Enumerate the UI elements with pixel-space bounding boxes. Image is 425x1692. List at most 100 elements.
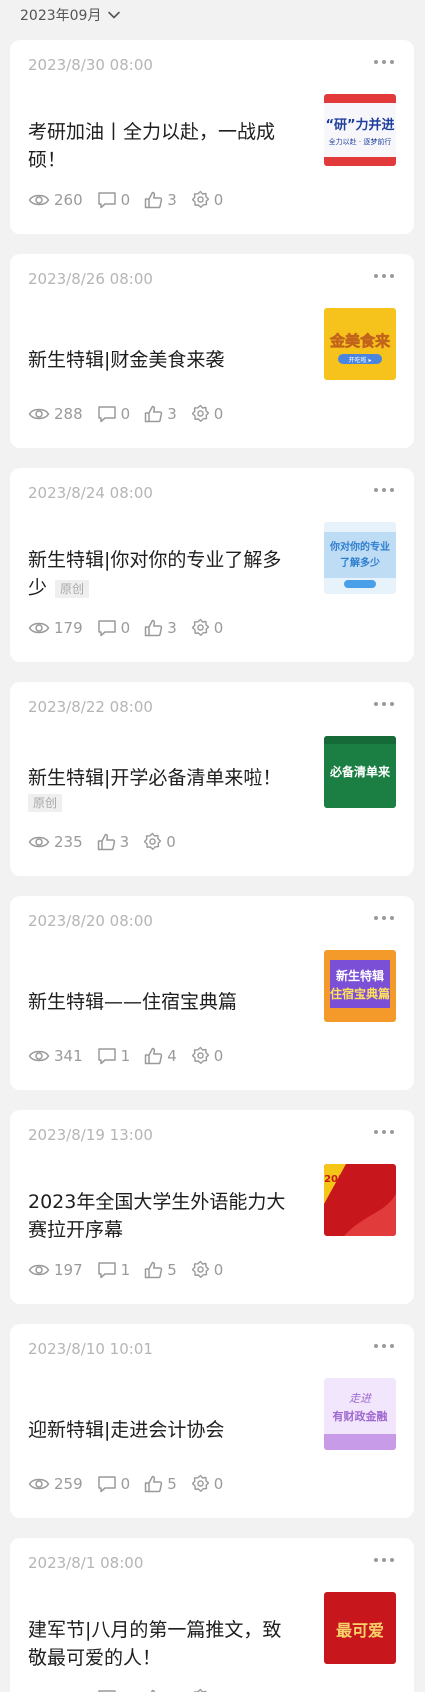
post-thumbnail[interactable]: 新生特辑 住宿宝典篇	[324, 950, 396, 1022]
post-card[interactable]: 2023/8/26 08:00 新生特辑|财金美食来袭 金美食来开吃啦 ▸ 28…	[10, 254, 414, 448]
post-thumbnail[interactable]: 必备清单来	[324, 736, 396, 808]
post-title[interactable]: 考研加油丨全力以赴，一战成硕！	[28, 118, 298, 174]
post-title[interactable]: 新生特辑|你对你的专业了解多少 原创	[28, 546, 298, 602]
shares-stat-count: 0	[213, 404, 224, 423]
post-date: 2023/8/10 10:01	[28, 1340, 153, 1358]
post-title[interactable]: 迎新特辑|走进会计协会	[28, 1416, 224, 1444]
post-card[interactable]: 2023/8/20 08:00 新生特辑——住宿宝典篇 新生特辑 住宿宝典篇 34…	[10, 896, 414, 1090]
share-icon	[191, 404, 214, 423]
post-title[interactable]: 2023年全国大学生外语能力大赛拉开序幕	[28, 1188, 298, 1244]
month-label: 2023年09月	[20, 8, 102, 24]
comments-stat[interactable]: 1	[97, 1260, 131, 1279]
post-thumbnail[interactable]: 2023	[324, 1164, 396, 1236]
comments-stat[interactable]: 0	[97, 1475, 130, 1493]
share-icon	[191, 190, 214, 209]
comment-icon	[97, 1475, 121, 1493]
comments-stat[interactable]: 0	[97, 1689, 131, 1692]
post-title[interactable]: 新生特辑|开学必备清单来啦！ 原创	[28, 764, 281, 812]
likes-stat[interactable]: 3	[144, 1689, 177, 1692]
shares-stat[interactable]: 0	[191, 1688, 224, 1692]
more-options-icon[interactable]	[374, 698, 394, 710]
post-card[interactable]: 2023/8/24 08:00 新生特辑|你对你的专业了解多少 原创 你对你的专业…	[10, 468, 414, 662]
post-card[interactable]: 2023/8/30 08:00 考研加油丨全力以赴，一战成硕！ “研”力并进 全力…	[10, 40, 414, 234]
likes-stat[interactable]: 3	[144, 405, 177, 423]
likes-stat-count: 3	[119, 832, 130, 851]
comments-stat[interactable]: 1	[97, 1047, 130, 1065]
like-icon	[144, 191, 167, 209]
views-stat: 197	[28, 1261, 83, 1279]
likes-stat[interactable]: 3	[144, 191, 177, 209]
post-card[interactable]: 2023/8/1 08:00 建军节|八月的第一篇推文，致敬最可爱的人！ 最可爱…	[10, 1538, 414, 1692]
more-options-icon[interactable]	[374, 56, 394, 68]
post-card[interactable]: 2023/8/22 08:00 新生特辑|开学必备清单来啦！ 原创 必备清单来 2…	[10, 682, 414, 876]
post-card[interactable]: 2023/8/10 10:01 迎新特辑|走进会计协会 走进 有财政金融 259 0…	[10, 1324, 414, 1518]
more-options-icon[interactable]	[374, 1554, 394, 1566]
comments-stat[interactable]: 0	[97, 405, 130, 423]
views-stat: 235	[28, 833, 83, 851]
svg-text:必备清单来: 必备清单来	[329, 764, 391, 779]
shares-stat[interactable]: 0	[191, 1046, 224, 1065]
post-title-text: 新生特辑|开学必备清单来啦！	[28, 767, 282, 789]
more-options-icon[interactable]	[374, 912, 394, 924]
likes-stat[interactable]: 3	[97, 832, 130, 851]
more-options-icon[interactable]	[374, 1340, 394, 1352]
post-title-text: 建军节|八月的第一篇推文，致敬最可爱的人！	[28, 1619, 282, 1669]
post-date: 2023/8/22 08:00	[28, 698, 153, 716]
post-date: 2023/8/26 08:00	[28, 270, 153, 288]
post-thumbnail[interactable]: 金美食来开吃啦 ▸	[324, 308, 396, 380]
likes-stat[interactable]: 5	[144, 1261, 177, 1279]
svg-text:住宿宝典篇: 住宿宝典篇	[330, 986, 390, 1001]
chevron-down-icon	[108, 11, 121, 19]
views-stat: 288	[28, 405, 83, 423]
post-date: 2023/8/19 13:00	[28, 1126, 153, 1144]
more-options-icon[interactable]	[374, 1126, 394, 1138]
eye-icon	[28, 1262, 54, 1278]
shares-stat-count: 0	[213, 190, 224, 209]
shares-stat-count: 0	[214, 1689, 224, 1692]
comment-icon	[97, 1261, 121, 1279]
views-stat-count: 197	[54, 1260, 83, 1279]
like-icon	[144, 1261, 167, 1279]
post-thumbnail[interactable]: 你对你的专业 了解多少	[324, 522, 396, 594]
more-options-icon[interactable]	[374, 270, 394, 282]
comments-stat-count: 0	[121, 1689, 131, 1692]
comment-icon	[97, 405, 121, 423]
comment-icon	[97, 191, 121, 209]
shares-stat[interactable]: 0	[191, 404, 224, 423]
likes-stat-count: 3	[167, 190, 177, 209]
likes-stat[interactable]: 3	[144, 619, 177, 637]
shares-stat-count: 0	[213, 1046, 224, 1065]
comments-stat[interactable]: 0	[97, 191, 130, 209]
shares-stat[interactable]: 0	[143, 832, 176, 851]
eye-icon	[28, 1476, 54, 1492]
post-date: 2023/8/24 08:00	[28, 484, 153, 502]
views-stat-count: 235	[54, 832, 83, 851]
post-card[interactable]: 2023/8/19 13:00 2023年全国大学生外语能力大赛拉开序幕 202…	[10, 1110, 414, 1304]
svg-text:了解多少: 了解多少	[340, 556, 380, 569]
month-selector[interactable]: 2023年09月	[0, 0, 425, 30]
likes-stat-count: 5	[167, 1474, 177, 1493]
share-icon	[191, 1260, 214, 1279]
post-date: 2023/8/1 08:00	[28, 1554, 144, 1572]
post-title[interactable]: 新生特辑|财金美食来袭	[28, 346, 224, 374]
shares-stat[interactable]: 0	[191, 1260, 223, 1279]
post-thumbnail[interactable]: 走进 有财政金融	[324, 1378, 396, 1450]
post-title[interactable]: 建军节|八月的第一篇推文，致敬最可爱的人！	[28, 1616, 298, 1672]
post-title-text: 新生特辑——住宿宝典篇	[28, 991, 238, 1013]
likes-stat[interactable]: 5	[144, 1475, 177, 1493]
svg-text:全力以赴 · 逐梦前行: 全力以赴 · 逐梦前行	[329, 137, 392, 146]
comments-stat[interactable]: 0	[97, 619, 130, 637]
svg-text:金美食来: 金美食来	[329, 332, 391, 350]
post-thumbnail[interactable]: 最可爱	[324, 1592, 396, 1664]
views-stat: 259	[28, 1475, 83, 1493]
more-options-icon[interactable]	[374, 484, 394, 496]
shares-stat[interactable]: 0	[191, 618, 223, 637]
post-stats: 259 0 5 0	[28, 1474, 237, 1493]
svg-text:开吃啦 ▸: 开吃啦 ▸	[349, 356, 372, 364]
post-thumbnail[interactable]: “研”力并进 全力以赴 · 逐梦前行	[324, 94, 396, 166]
post-title[interactable]: 新生特辑——住宿宝典篇	[28, 988, 237, 1016]
shares-stat[interactable]: 0	[191, 1474, 223, 1493]
shares-stat[interactable]: 0	[191, 190, 224, 209]
likes-stat[interactable]: 4	[144, 1047, 177, 1065]
comments-stat-count: 1	[120, 1260, 131, 1279]
